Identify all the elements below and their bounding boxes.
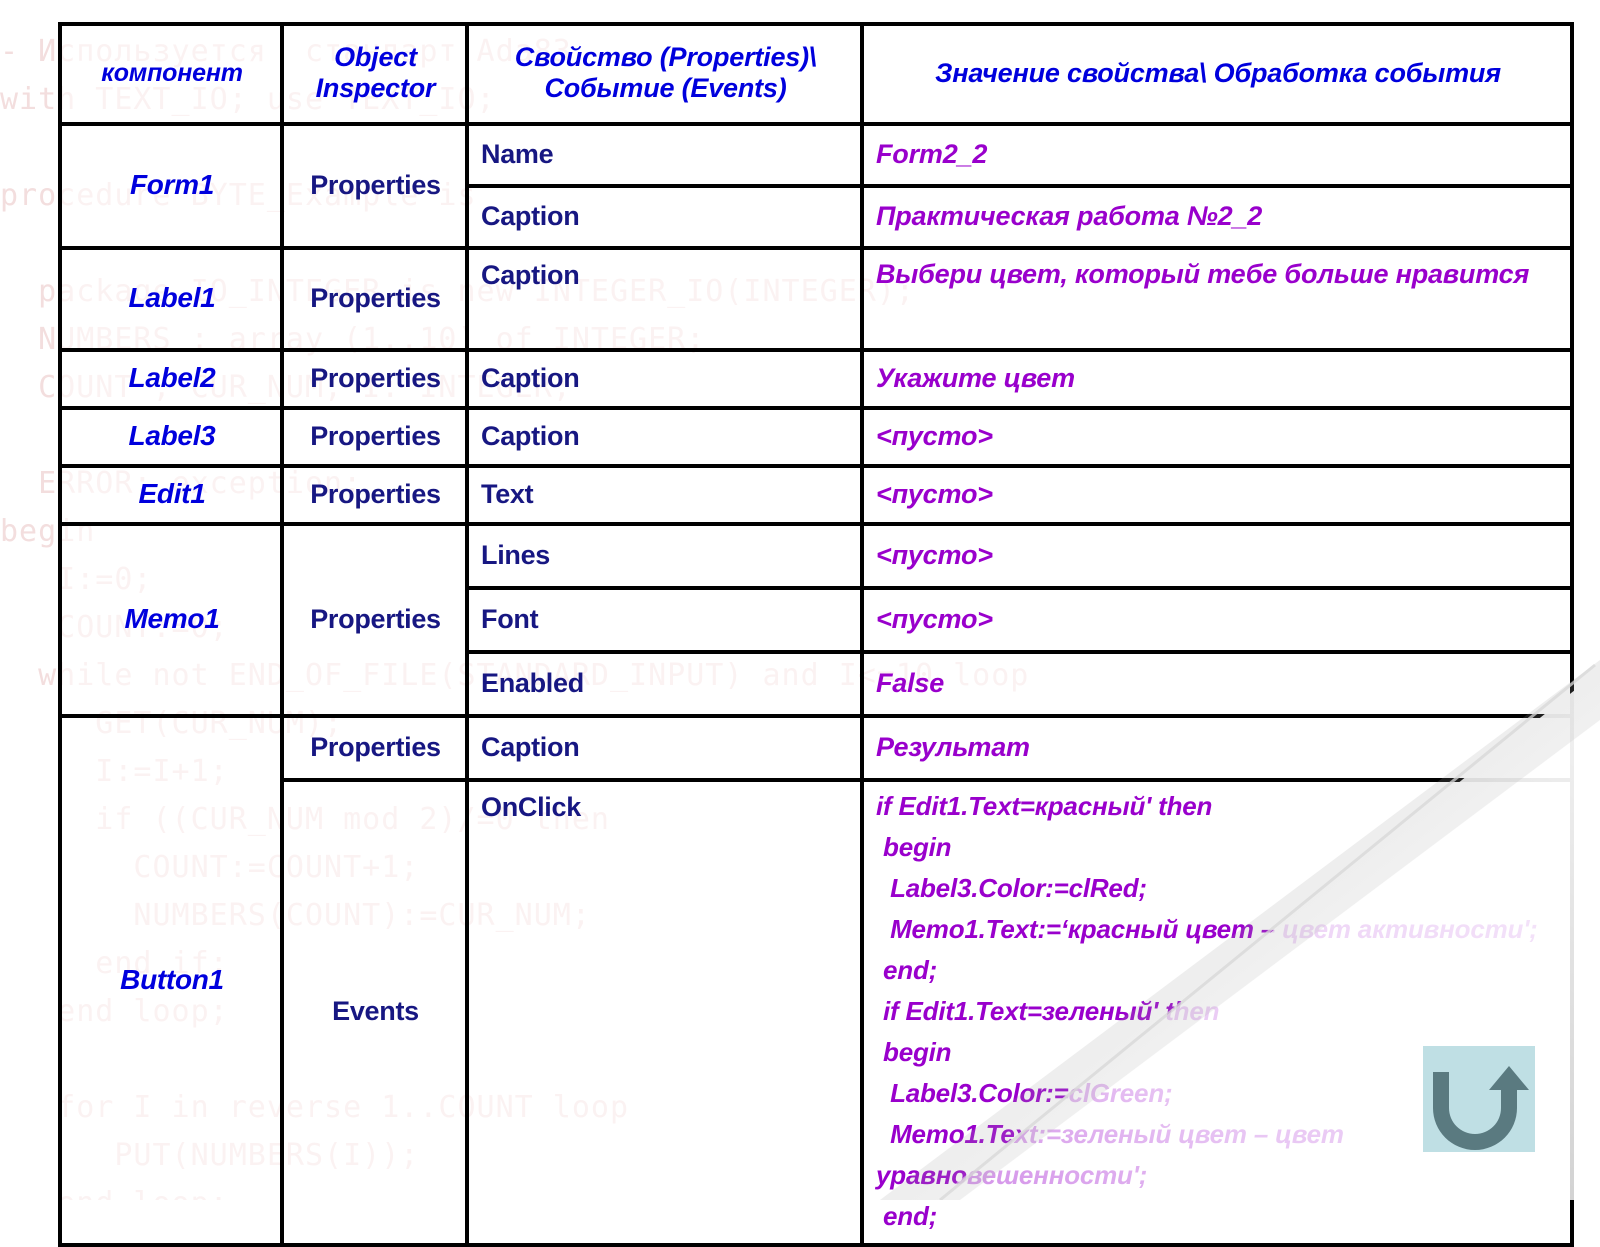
component-properties-table: компонент Object Inspector Свойство (Pro… [58,22,1574,1247]
inspector-label-label3: Properties [310,420,441,451]
component-label-button1: Button1 [120,963,224,995]
inspector-label-button1-events: Events [332,996,419,1026]
header-label-component: компонент [101,58,243,87]
cell-property-button1-caption: Caption [465,714,864,782]
cell-component-form1: Form1 [58,122,284,250]
header-label-inspector: Inspector [315,73,436,103]
cell-property-button1-onclick: OnClick [465,778,864,1247]
header-cell-property-event: Свойство (Properties)\ Событие (Events) [465,22,864,126]
table-row-memo1-lines: Memo1 Properties Lines <пусто> [58,522,1574,718]
cell-value-form1-name: Form2_2 [860,122,1574,188]
inspector-label-edit1: Properties [310,478,441,509]
cell-component-label1: Label1 [58,246,284,352]
cell-value-memo1-font: <пусто> [860,586,1574,654]
component-label-form1: Form1 [129,169,215,200]
inspector-label-form1: Properties [310,169,441,200]
table-row-label2: Label2 Properties Caption Укажите цвет [58,348,1574,410]
value-memo1-lines: <пусто> [876,540,993,570]
property-label-font: Font [481,603,539,634]
inspector-label-button1-properties: Properties [310,731,441,762]
cell-component-label2: Label2 [58,348,284,410]
value-label3-caption: <пусто> [876,421,993,451]
header-label-value: Значение свойства\ Обработка события [935,57,1501,88]
value-edit1-text: <пусто> [876,479,993,509]
cell-component-button1: Button1 [58,714,284,1247]
cell-inspector-button1-events: Events [280,778,469,1247]
cell-inspector-label3: Properties [280,406,469,468]
property-label-caption-label3: Caption [481,420,580,451]
component-label-label3: Label3 [128,420,216,451]
value-memo1-font: <пусто> [876,604,993,634]
table-row-form1-name: Form1 Properties Name Form2_2 [58,122,1574,250]
property-label-caption-button1: Caption [481,731,580,762]
value-form1-caption: Практическая работа №2_2 [876,201,1263,231]
value-form1-name: Form2_2 [876,139,988,169]
value-memo1-enabled: False [876,668,945,698]
cell-value-label2: Укажите цвет [860,348,1574,410]
table-row-label3: Label3 Properties Caption <пусто> [58,406,1574,468]
property-label-lines: Lines [481,539,551,570]
header-cell-value-handler: Значение свойства\ Обработка события [860,22,1574,126]
value-button1-onclick-handler: if Edit1.Text=красный' then begin Label3… [876,791,1538,1231]
cell-property-form1-caption: Caption [465,184,864,250]
header-label-property: Свойство (Properties)\ [514,42,817,72]
cell-value-label3: <пусто> [860,406,1574,468]
u-turn-arrow-icon [1433,1066,1529,1150]
cell-property-memo1-enabled: Enabled [465,650,864,718]
cell-property-edit1: Text [465,464,864,526]
cell-inspector-button1-properties: Properties [280,714,469,782]
cell-property-label2: Caption [465,348,864,410]
inspector-label-label1: Properties [310,282,441,313]
cell-property-label1: Caption [465,246,864,352]
cell-value-form1-caption: Практическая работа №2_2 [860,184,1574,250]
property-label-enabled: Enabled [481,667,584,698]
component-label-label2: Label2 [128,362,216,393]
cell-component-edit1: Edit1 [58,464,284,526]
cell-component-label3: Label3 [58,406,284,468]
cell-value-memo1-enabled: False [860,650,1574,718]
table-row-button1-onclick: Events OnClick if Edit1.Text=красный' th… [60,778,1574,1247]
return-button[interactable] [1423,1046,1535,1152]
table-row-button1-caption: Button1 Properties Caption Результат [58,714,1574,1247]
cell-inspector-label1: Properties [280,246,469,352]
header-label-object: Object [334,42,417,72]
cell-component-memo1: Memo1 [58,522,284,718]
property-label-text-edit1: Text [481,478,534,509]
cell-inspector-memo1: Properties [280,522,469,718]
component-label-memo1: Memo1 [124,603,220,634]
cell-inspector-edit1: Properties [280,464,469,526]
property-label-onclick: OnClick [481,792,581,822]
component-label-edit1: Edit1 [138,478,206,509]
cell-value-memo1-lines: <пусто> [860,522,1574,590]
table-row-label1: Label1 Properties Caption Выбери цвет, к… [58,246,1574,352]
cell-value-button1-onclick: if Edit1.Text=красный' then begin Label3… [860,778,1574,1247]
property-label-caption-label2: Caption [481,362,580,393]
cell-value-edit1: <пусто> [860,464,1574,526]
table-row-edit1: Edit1 Properties Text <пусто> [58,464,1574,526]
cell-property-memo1-lines: Lines [465,522,864,590]
property-label-caption-label1: Caption [481,260,580,290]
cell-inspector-label2: Properties [280,348,469,410]
table-header-row: компонент Object Inspector Свойство (Pro… [58,22,1574,126]
inspector-label-label2: Properties [310,362,441,393]
header-cell-component: компонент [58,22,284,126]
value-label2-caption: Укажите цвет [876,363,1075,393]
property-label-name: Name [481,138,554,169]
inspector-label-memo1: Properties [310,603,441,634]
component-properties-table-container: компонент Object Inspector Свойство (Pro… [58,22,1574,1247]
cell-value-label1: Выбери цвет, который тебе больше нравитс… [860,246,1574,352]
cell-value-button1-caption: Результат [860,714,1574,782]
value-button1-caption: Результат [876,732,1030,762]
property-label-caption-form1: Caption [481,200,580,231]
value-label1-caption: Выбери цвет, который тебе больше нравитс… [876,259,1530,289]
cell-property-form1-name: Name [465,122,864,188]
header-cell-object-inspector: Object Inspector [280,22,469,126]
cell-inspector-form1: Properties [280,122,469,250]
cell-property-memo1-font: Font [465,586,864,654]
component-label-label1: Label1 [128,282,216,313]
header-label-event: Событие (Events) [544,73,787,103]
cell-property-label3: Caption [465,406,864,468]
